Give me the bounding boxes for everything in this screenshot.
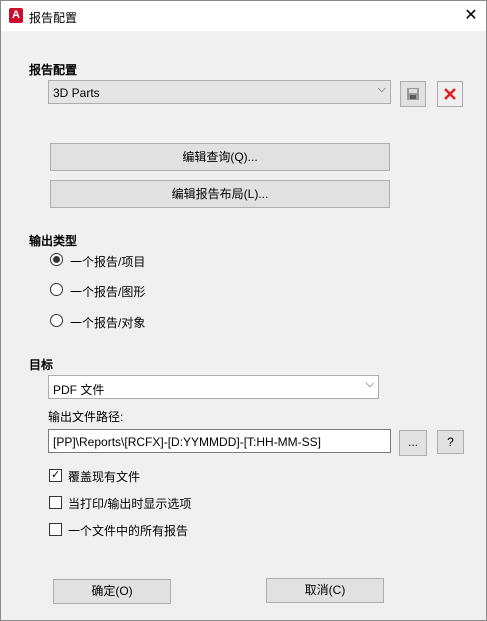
config-select-value: 3D Parts: [53, 86, 100, 100]
radio-per-item[interactable]: [50, 253, 63, 266]
save-config-button[interactable]: [400, 81, 426, 107]
ok-button[interactable]: 确定(O): [53, 579, 171, 604]
help-label: ?: [447, 435, 454, 449]
browse-button[interactable]: ...: [399, 430, 427, 456]
report-config-dialog: A 报告配置 ✕ 报告配置 3D Parts ⌵ 编辑查询(Q)... 编辑报告…: [0, 0, 487, 621]
help-button[interactable]: ?: [437, 430, 464, 454]
radio-per-object-label: 一个报告/对象: [70, 316, 146, 330]
path-label: 输出文件路径:: [48, 410, 124, 424]
cancel-label: 取消(C): [304, 583, 346, 597]
output-type-label: 输出类型: [29, 234, 78, 248]
chevron-down-icon: ⌵: [365, 378, 374, 390]
close-button[interactable]: ✕: [456, 1, 486, 31]
overwrite-label: 覆盖现有文件: [68, 470, 141, 484]
show-options-checkbox[interactable]: [49, 496, 62, 509]
delete-config-button[interactable]: [437, 81, 463, 107]
checkmark-icon: ✓: [51, 469, 61, 481]
app-logo-icon: A: [9, 8, 23, 23]
delete-icon: [444, 88, 456, 100]
chevron-down-icon: ⌵: [377, 83, 386, 95]
path-input[interactable]: [PP]\Reports\[RCFX]-[D:YYMMDD]-[T:HH-MM-…: [48, 429, 391, 453]
radio-per-item-label: 一个报告/项目: [70, 255, 146, 269]
radio-per-drawing[interactable]: [50, 283, 63, 296]
all-in-one-label: 一个文件中的所有报告: [68, 524, 189, 538]
save-icon: [407, 88, 419, 100]
overwrite-checkbox[interactable]: ✓: [49, 469, 62, 482]
edit-query-button[interactable]: 编辑查询(Q)...: [50, 143, 390, 171]
edit-layout-button[interactable]: 编辑报告布局(L)...: [50, 180, 390, 208]
target-select[interactable]: PDF 文件 ⌵: [48, 375, 379, 399]
config-select[interactable]: 3D Parts ⌵: [48, 80, 391, 104]
target-select-value: PDF 文件: [53, 383, 105, 397]
radio-per-drawing-label: 一个报告/图形: [70, 285, 146, 299]
window-title: 报告配置: [29, 11, 78, 25]
config-section-label: 报告配置: [29, 63, 78, 77]
title-bar: A 报告配置 ✕: [1, 1, 486, 31]
edit-query-label: 编辑查询(Q)...: [182, 150, 258, 164]
radio-per-object[interactable]: [50, 314, 63, 327]
ok-label: 确定(O): [91, 584, 133, 598]
browse-label: ...: [407, 435, 418, 449]
target-label: 目标: [29, 358, 54, 372]
cancel-button[interactable]: 取消(C): [266, 578, 384, 603]
show-options-label: 当打印/输出时显示选项: [68, 497, 192, 511]
path-input-value: [PP]\Reports\[RCFX]-[D:YYMMDD]-[T:HH-MM-…: [53, 435, 322, 449]
all-in-one-checkbox[interactable]: [49, 523, 62, 536]
edit-layout-label: 编辑报告布局(L)...: [171, 187, 269, 201]
